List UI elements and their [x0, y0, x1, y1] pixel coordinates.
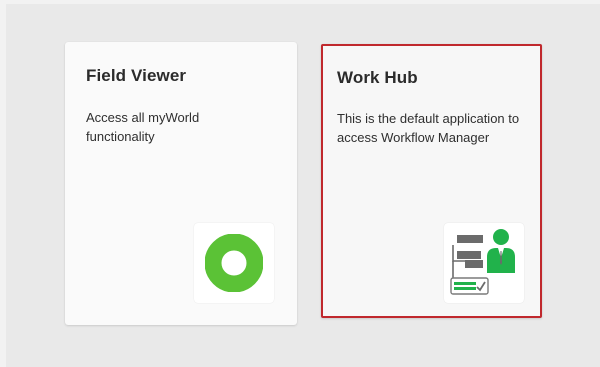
app-card-field-viewer[interactable]: Field Viewer Access all myWorld function… [65, 42, 297, 325]
app-card-title: Work Hub [337, 68, 418, 87]
app-card-description: Access all myWorld functionality [86, 110, 200, 144]
app-icon-tile [194, 223, 274, 303]
app-card-work-hub[interactable]: Work Hub This is the default application… [321, 44, 542, 318]
myworld-ring-icon [205, 234, 263, 292]
app-launcher-frame: Field Viewer Access all myWorld function… [0, 0, 600, 367]
app-card-description: This is the default application to acces… [337, 111, 520, 145]
app-icon-tile [444, 223, 524, 303]
workflow-manager-icon [450, 229, 515, 295]
app-card-title: Field Viewer [86, 66, 187, 85]
